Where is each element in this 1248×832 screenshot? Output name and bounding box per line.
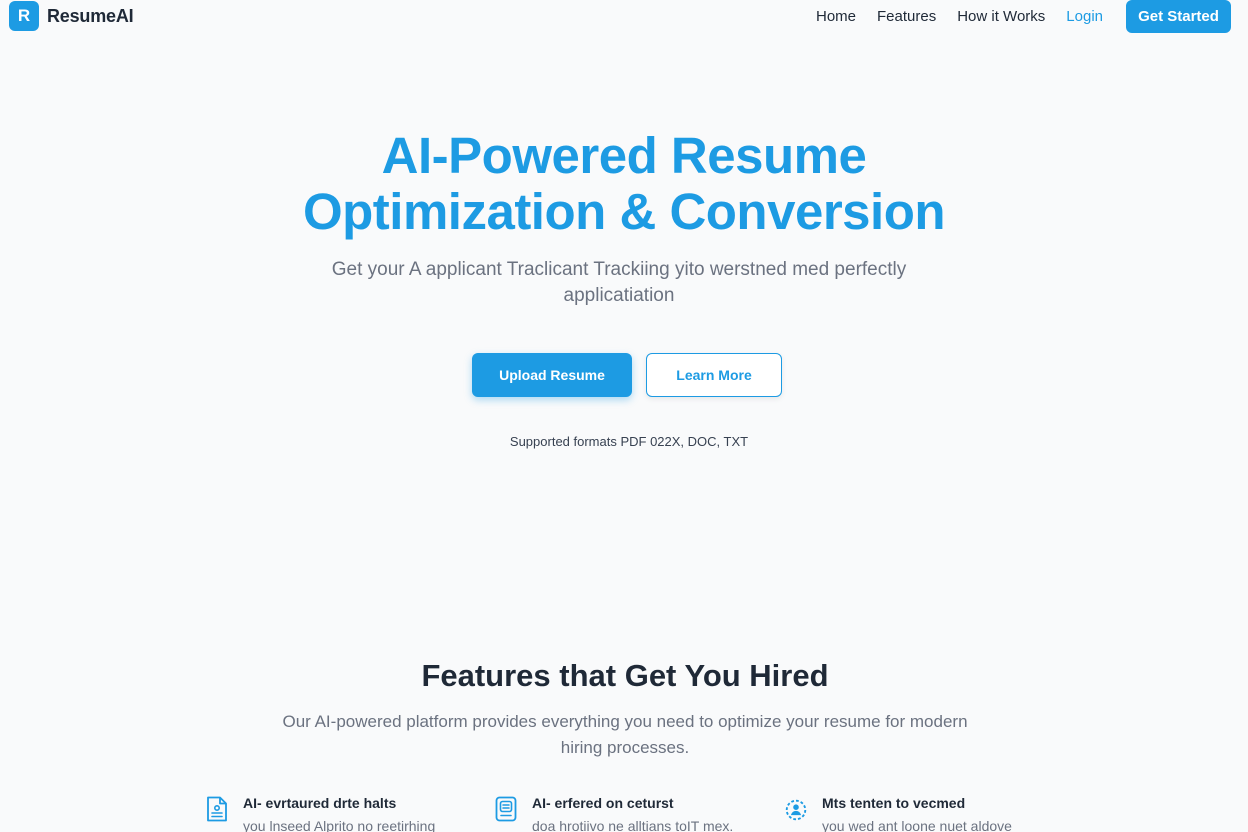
nav-link-features[interactable]: Features [877, 8, 936, 25]
hero-subtitle: Get your A applicant Traclicant Trackiin… [331, 259, 907, 306]
feature-card: AI- evrtaured drte halts you lnseed Alpr… [204, 794, 435, 832]
supported-formats-text: Supported formats PDF 022X, DOC, TXT [509, 434, 749, 449]
features-title: Features that Get You Hired [421, 658, 829, 693]
get-started-button[interactable]: Get Started [1126, 0, 1231, 33]
nav-links: Home Features How it Works Login Get Sta… [816, 0, 1231, 33]
feature-title: Mts tenten to vecmed [822, 795, 966, 811]
upload-resume-button[interactable]: Upload Resume [472, 353, 632, 397]
brand-mark-icon: R [9, 1, 39, 31]
features-subtitle: Our AI-powered platform provides everyth… [282, 712, 968, 757]
nav-link-home[interactable]: Home [816, 8, 856, 25]
feature-description: doa hrotiivo ne alltians toIT mex. [532, 818, 734, 832]
feature-title: AI- erfered on ceturst [532, 795, 674, 811]
brand-logo[interactable]: R ResumeAI [9, 1, 134, 31]
feature-card: Mts tenten to vecmed you wed ant loone n… [783, 794, 1012, 832]
top-navbar: R ResumeAI Home Features How it Works Lo… [0, 0, 1248, 34]
feature-description: you wed ant loone nuet aldove [822, 818, 1012, 832]
hero-title-line1: AI-Powered Resume [381, 127, 867, 184]
nav-link-how-it-works[interactable]: How it Works [957, 8, 1045, 25]
hero-title-line2: Optimization & Conversion [302, 183, 946, 240]
user-settings-icon [783, 794, 809, 824]
feature-title: AI- evrtaured drte halts [243, 795, 397, 811]
document-icon [204, 794, 230, 824]
feature-description: you lnseed Alprito no reetirhing [243, 818, 436, 832]
brand-name: ResumeAI [47, 5, 134, 26]
hero-title: AI-Powered Resume Optimization & Convers… [0, 128, 1248, 240]
learn-more-button[interactable]: Learn More [646, 353, 782, 397]
file-edit-icon [493, 794, 519, 824]
login-link[interactable]: Login [1066, 8, 1103, 25]
hero-actions: Upload Resume Learn More [472, 353, 782, 397]
feature-card: AI- erfered on ceturst doa hrotiivo ne a… [493, 794, 733, 832]
